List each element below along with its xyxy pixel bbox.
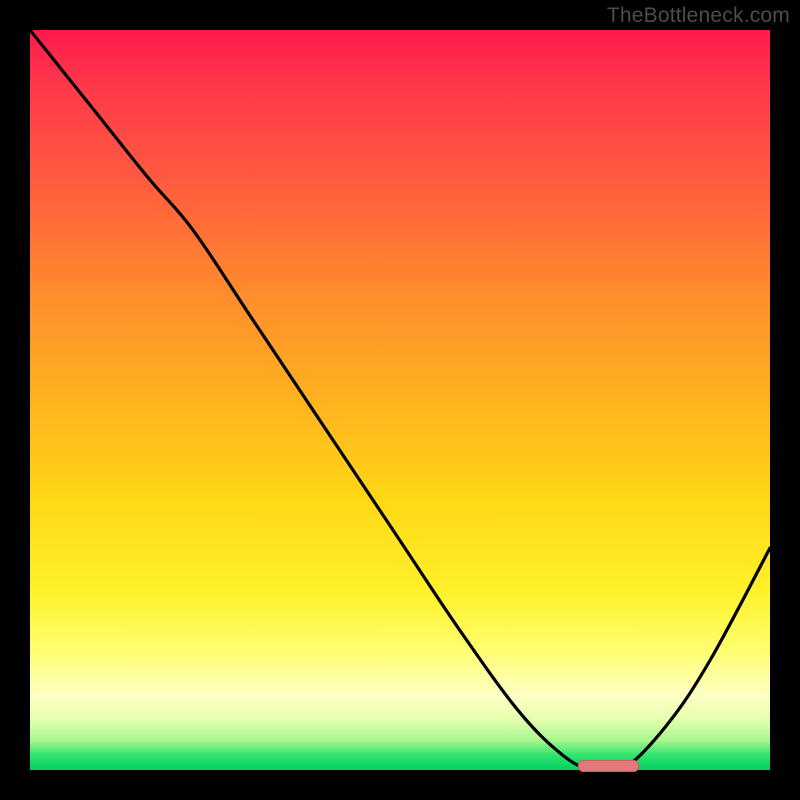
optimal-range-marker bbox=[578, 760, 639, 772]
chart-frame: TheBottleneck.com bbox=[0, 0, 800, 800]
curve-path bbox=[30, 30, 770, 774]
bottleneck-curve bbox=[30, 30, 770, 770]
watermark-text: TheBottleneck.com bbox=[607, 4, 790, 28]
gradient-plot-area bbox=[30, 30, 770, 770]
